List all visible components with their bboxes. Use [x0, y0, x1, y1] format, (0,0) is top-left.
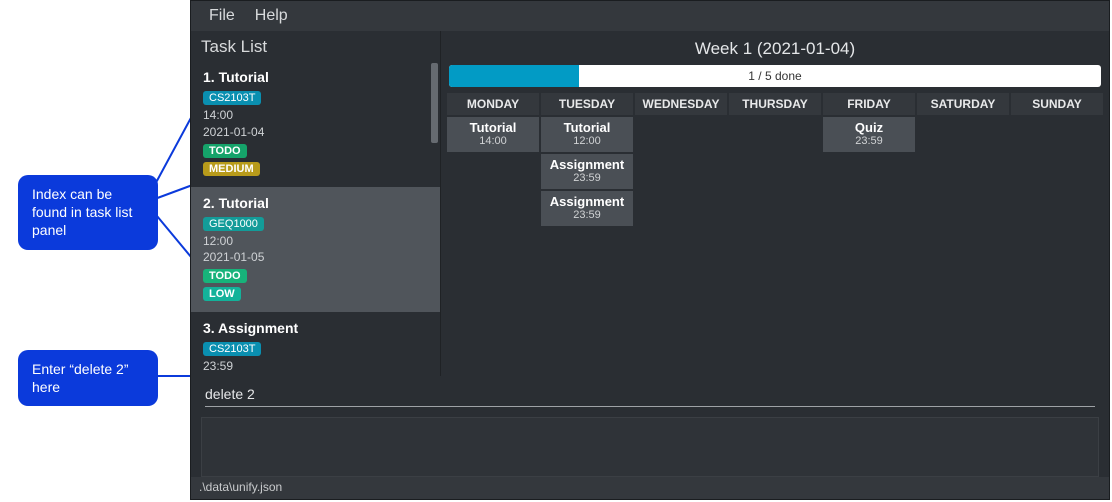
task-card[interactable]: 2. Tutorial GEQ1000 12:002021-01-05 TODO LOW [191, 187, 440, 313]
menu-help[interactable]: Help [245, 3, 298, 29]
event-time: 23:59 [545, 209, 629, 221]
task-date: 2021-01-05 [203, 375, 428, 376]
menu-bar: File Help [191, 1, 1109, 31]
day-header: SATURDAY [917, 93, 1009, 115]
day-column: SUNDAY [1011, 93, 1103, 376]
task-date: 2021-01-04 [203, 124, 428, 141]
status-badge: TODO [203, 144, 247, 158]
event-card[interactable]: Assignment23:59 [541, 191, 633, 226]
event-title: Assignment [545, 194, 629, 209]
event-time: 23:59 [545, 172, 629, 184]
module-badge: CS2103T [203, 342, 261, 356]
output-area [201, 417, 1099, 477]
event-time: 23:59 [827, 135, 911, 147]
task-time: 23:59 [203, 358, 428, 375]
day-column: FRIDAYQuiz23:59 [823, 93, 915, 376]
event-title: Assignment [545, 157, 629, 172]
task-time: 14:00 [203, 107, 428, 124]
main-area: Task List 1. TutorialCS2103T14:002021-01… [191, 31, 1109, 376]
app-window: File Help Task List 1. Tutorial CS2103T 14… [190, 0, 1110, 500]
priority-badge: MEDIUM [203, 162, 260, 176]
task-date: 2021-01-05 [203, 249, 428, 266]
task-time: 12:00 [203, 233, 428, 250]
progress-text: 1 / 5 done [449, 65, 1101, 87]
day-column: MONDAYTutorial14:00 [447, 93, 539, 376]
event-title: Quiz [827, 120, 911, 135]
day-grid: MONDAYTutorial14:00TUESDAYTutorial12:00A… [447, 93, 1103, 376]
priority-badge: LOW [203, 287, 241, 301]
day-header: TUESDAY [541, 93, 633, 115]
calendar-panel: Week 1 (2021-01-04) 1 / 5 done MONDAYTut… [441, 31, 1109, 376]
day-header: WEDNESDAY [635, 93, 727, 115]
day-column: SATURDAY [917, 93, 1009, 376]
task-title: 1. Tutorial [203, 69, 428, 85]
event-card[interactable]: Tutorial14:00 [447, 117, 539, 152]
day-column: TUESDAYTutorial12:00Assignment23:59Assig… [541, 93, 633, 376]
progress-bar: 1 / 5 done [449, 65, 1101, 87]
day-header: THURSDAY [729, 93, 821, 115]
command-input[interactable] [205, 382, 1095, 407]
task-panel-title: Task List [191, 31, 440, 61]
task-list[interactable]: 1. Tutorial CS2103T 14:002021-01-04 TODO MED… [191, 61, 440, 376]
module-badge: CS2103T [203, 91, 261, 105]
event-card[interactable]: Assignment23:59 [541, 154, 633, 189]
task-panel: Task List 1. TutorialCS2103T14:002021-01… [191, 31, 441, 376]
callout-index: Index can be found in task list panel [18, 175, 158, 250]
scrollbar-vertical[interactable] [431, 63, 438, 143]
status-bar: .\data\unify.json [191, 477, 1109, 499]
task-title: 2. Tutorial [203, 195, 428, 211]
menu-file[interactable]: File [199, 3, 245, 29]
day-header: MONDAY [447, 93, 539, 115]
event-title: Tutorial [545, 120, 629, 135]
event-title: Tutorial [451, 120, 535, 135]
event-time: 12:00 [545, 135, 629, 147]
task-card[interactable]: 1. Tutorial CS2103T 14:002021-01-04 TODO MED… [191, 61, 440, 187]
day-header: FRIDAY [823, 93, 915, 115]
day-header: SUNDAY [1011, 93, 1103, 115]
command-area [191, 376, 1109, 411]
task-card[interactable]: 3. AssignmentCS2103T23:592021-01-05DONEH… [191, 312, 440, 376]
event-card[interactable]: Quiz23:59 [823, 117, 915, 152]
week-title: Week 1 (2021-01-04) [447, 37, 1103, 65]
task-title: 3. Assignment [203, 320, 428, 336]
callout-delete: Enter “delete 2” here [18, 350, 158, 406]
status-badge: TODO [203, 269, 247, 283]
module-badge: GEQ1000 [203, 217, 264, 231]
day-column: THURSDAY [729, 93, 821, 376]
event-time: 14:00 [451, 135, 535, 147]
event-card[interactable]: Tutorial12:00 [541, 117, 633, 152]
day-column: WEDNESDAY [635, 93, 727, 376]
